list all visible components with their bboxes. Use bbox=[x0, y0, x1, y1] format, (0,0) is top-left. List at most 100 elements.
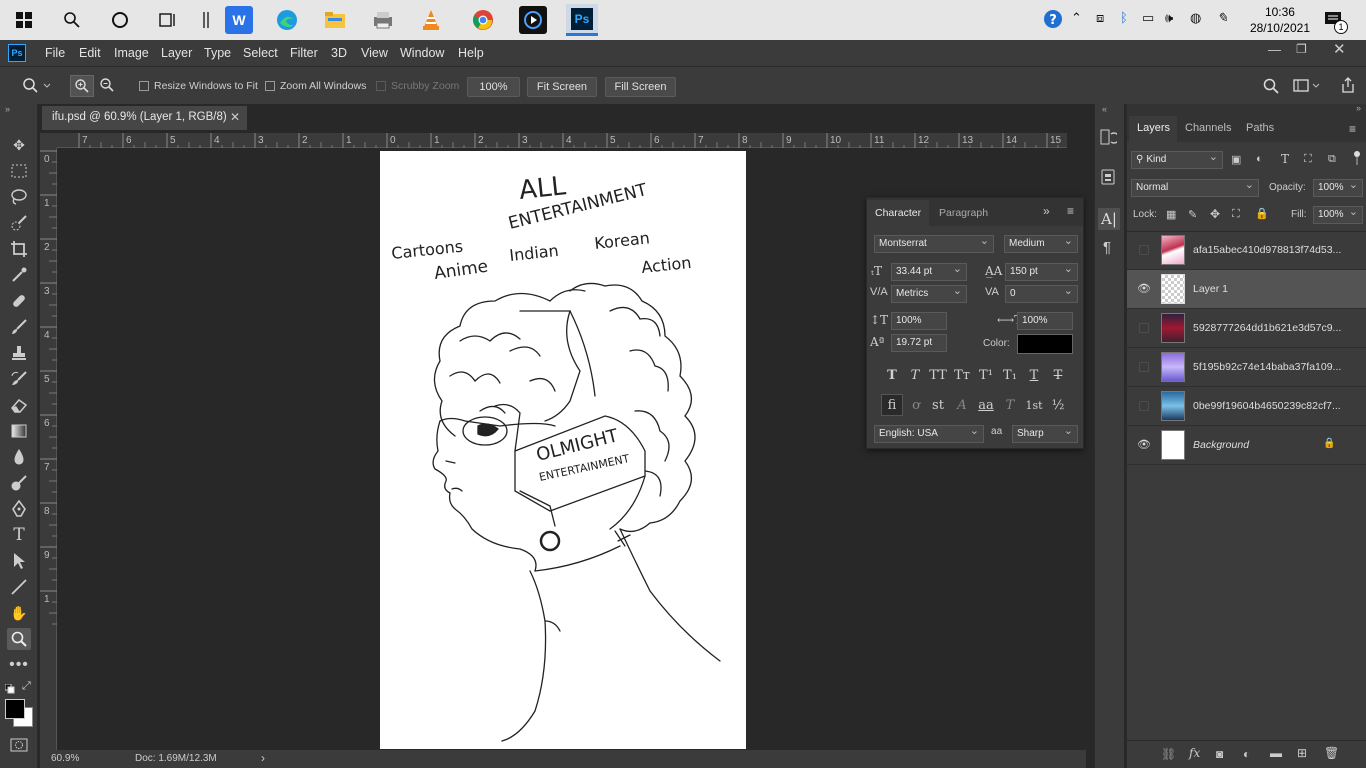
scrubby-zoom-checkbox[interactable]: Scrubby Zoom bbox=[376, 80, 459, 92]
baseline-shift-input[interactable]: 19.72 pt bbox=[891, 334, 947, 352]
layer-style-fx-icon[interactable]: fx bbox=[1189, 746, 1200, 760]
layer-name[interactable]: Layer 1 bbox=[1193, 283, 1228, 295]
ordinals-button[interactable]: 1st bbox=[1023, 394, 1045, 416]
status-zoom[interactable]: 60.9% bbox=[51, 753, 79, 764]
gradient-tool-icon[interactable] bbox=[7, 420, 31, 442]
document-tab[interactable]: ifu.psd @ 60.9% (Layer 1, RGB/8) ✕ bbox=[42, 106, 247, 130]
cortana-icon[interactable] bbox=[106, 6, 134, 34]
layer-row[interactable]: 5f195b92c74e14baba37fa109... bbox=[1127, 348, 1366, 387]
tracking-select[interactable]: 0 bbox=[1005, 284, 1078, 303]
dodge-tool-icon[interactable] bbox=[7, 472, 31, 494]
eye-icon[interactable]: 👁 bbox=[1137, 282, 1151, 296]
font-size-input[interactable]: 33.44 pt bbox=[891, 262, 967, 281]
close-tab-icon[interactable]: ✕ bbox=[230, 110, 240, 124]
photoshop-app-icon[interactable]: Ps bbox=[8, 44, 26, 62]
add-mask-icon[interactable]: ◙ bbox=[1216, 747, 1223, 761]
volume-icon[interactable]: 🕪 bbox=[1165, 10, 1173, 26]
clock[interactable]: 10:36 28/10/2021 bbox=[1250, 4, 1310, 36]
layer-visibility-toggle[interactable] bbox=[1139, 323, 1149, 333]
vertical-ruler[interactable]: 0 1 2 3 4 5 6 7 8 9 1 bbox=[40, 148, 57, 751]
language-select[interactable]: English: USA bbox=[874, 424, 984, 443]
menu-layer[interactable]: Layer bbox=[161, 46, 192, 60]
usb-icon[interactable]: ⧈ bbox=[1096, 10, 1104, 26]
workspace-icon[interactable] bbox=[1293, 78, 1321, 97]
layer-row-selected[interactable]: 👁 Layer 1 bbox=[1127, 270, 1366, 309]
default-colors-icon[interactable] bbox=[4, 683, 15, 697]
file-explorer-icon[interactable] bbox=[321, 6, 349, 34]
lock-all-icon[interactable]: 🔒 bbox=[1255, 207, 1269, 220]
stylistic-alternates-button[interactable]: aa bbox=[975, 394, 997, 416]
menu-file[interactable]: File bbox=[45, 46, 65, 60]
menu-select[interactable]: Select bbox=[243, 46, 278, 60]
history-brush-tool-icon[interactable] bbox=[7, 368, 31, 390]
globe-icon[interactable]: ◍ bbox=[1190, 10, 1201, 26]
pen-tool-icon[interactable] bbox=[7, 498, 31, 520]
opacity-input[interactable]: 100% bbox=[1313, 178, 1363, 197]
printer-icon[interactable] bbox=[369, 6, 397, 34]
pen-icon[interactable]: ✎ bbox=[1217, 10, 1228, 26]
resize-windows-checkbox[interactable]: Resize Windows to Fit bbox=[139, 80, 258, 92]
lasso-tool-icon[interactable] bbox=[7, 186, 31, 208]
zoom-tool-icon[interactable] bbox=[7, 628, 31, 650]
bluetooth-icon[interactable]: ᛒ bbox=[1120, 10, 1128, 25]
underline-button[interactable]: T bbox=[1023, 364, 1045, 386]
media-player-icon[interactable] bbox=[519, 6, 547, 34]
search-icon[interactable] bbox=[58, 6, 86, 34]
faux-italic-button[interactable]: T bbox=[904, 364, 926, 386]
more-tools-icon[interactable]: ••• bbox=[7, 654, 31, 676]
filter-smart-object-icon[interactable]: ⧉ bbox=[1328, 153, 1336, 166]
panel-menu-icon[interactable]: ≡ bbox=[1067, 204, 1074, 218]
paragraph-panel-icon[interactable]: ¶ bbox=[1103, 239, 1111, 256]
fill-screen-button[interactable]: Fill Screen bbox=[605, 77, 676, 97]
wps-office-icon[interactable]: W bbox=[225, 6, 253, 34]
strikethrough-button[interactable]: T bbox=[1047, 364, 1069, 386]
layer-row[interactable]: 0be99f19604b4650239c82cf7... bbox=[1127, 387, 1366, 426]
layer-filter-select[interactable]: ⚲ Kind bbox=[1131, 150, 1223, 169]
font-style-select[interactable]: Medium bbox=[1004, 234, 1078, 253]
layer-row[interactable]: afa15abec410d978813f74d53... bbox=[1127, 231, 1366, 270]
document-canvas[interactable]: ALL ENTERTAINMENT Cartoons Anime Indian … bbox=[380, 151, 746, 749]
tab-character[interactable]: Character bbox=[867, 200, 929, 226]
adjustment-layer-icon[interactable]: ◐ bbox=[1243, 747, 1250, 761]
horizontal-scale-input[interactable]: 100% bbox=[1017, 312, 1073, 330]
fill-input[interactable]: 100% bbox=[1313, 205, 1363, 224]
chevron-up-icon[interactable]: ⌃ bbox=[1071, 10, 1082, 26]
delete-layer-icon[interactable]: 🗑 bbox=[1324, 746, 1339, 760]
lock-transparent-pixels-icon[interactable]: ▦ bbox=[1166, 208, 1176, 221]
menu-filter[interactable]: Filter bbox=[290, 46, 318, 60]
layer-name[interactable]: afa15abec410d978813f74d53... bbox=[1193, 244, 1341, 256]
layer-visibility-toggle[interactable] bbox=[1139, 401, 1149, 411]
move-tool-icon[interactable]: ✥ bbox=[7, 134, 31, 156]
menu-view[interactable]: View bbox=[361, 46, 388, 60]
tab-layers[interactable]: Layers bbox=[1137, 122, 1170, 134]
layer-visibility-toggle[interactable] bbox=[1139, 245, 1149, 255]
layer-row[interactable]: 👁 Background 🔒 bbox=[1127, 426, 1366, 465]
menu-edit[interactable]: Edit bbox=[79, 46, 101, 60]
font-family-select[interactable]: Montserrat bbox=[874, 234, 994, 253]
type-tool-icon[interactable]: T bbox=[7, 524, 31, 546]
layer-visibility-toggle[interactable] bbox=[1139, 362, 1149, 372]
leading-input[interactable]: 150 pt bbox=[1005, 262, 1078, 281]
line-tool-icon[interactable] bbox=[7, 576, 31, 598]
lock-position-icon[interactable]: ✥ bbox=[1210, 207, 1220, 221]
foreground-color-swatch[interactable] bbox=[5, 699, 25, 719]
zoom-100-button[interactable]: 100% bbox=[467, 77, 520, 97]
layer-row[interactable]: 5928777264dd1b621e3d57c9... bbox=[1127, 309, 1366, 348]
menu-type[interactable]: Type bbox=[204, 46, 231, 60]
antialias-select[interactable]: Sharp bbox=[1012, 424, 1078, 443]
new-layer-icon[interactable]: ⊞ bbox=[1297, 746, 1307, 760]
zoom-in-icon[interactable] bbox=[70, 75, 94, 97]
share-icon[interactable] bbox=[1340, 76, 1356, 97]
text-color-swatch[interactable] bbox=[1017, 334, 1073, 354]
link-layers-icon[interactable]: ⛓ bbox=[1161, 747, 1176, 761]
small-caps-button[interactable]: Tт bbox=[951, 364, 973, 386]
collapse-dock-icon[interactable]: » bbox=[1356, 103, 1361, 113]
expand-panels-icon[interactable]: « bbox=[1102, 104, 1107, 114]
character-panel-icon[interactable]: A| bbox=[1098, 208, 1120, 230]
edge-icon[interactable] bbox=[273, 6, 301, 34]
close-icon[interactable]: ✕ bbox=[1333, 40, 1346, 58]
brush-tool-icon[interactable] bbox=[7, 316, 31, 338]
marquee-tool-icon[interactable] bbox=[7, 160, 31, 182]
search-icon[interactable] bbox=[1263, 78, 1279, 97]
filter-toggle[interactable] bbox=[1353, 150, 1361, 166]
